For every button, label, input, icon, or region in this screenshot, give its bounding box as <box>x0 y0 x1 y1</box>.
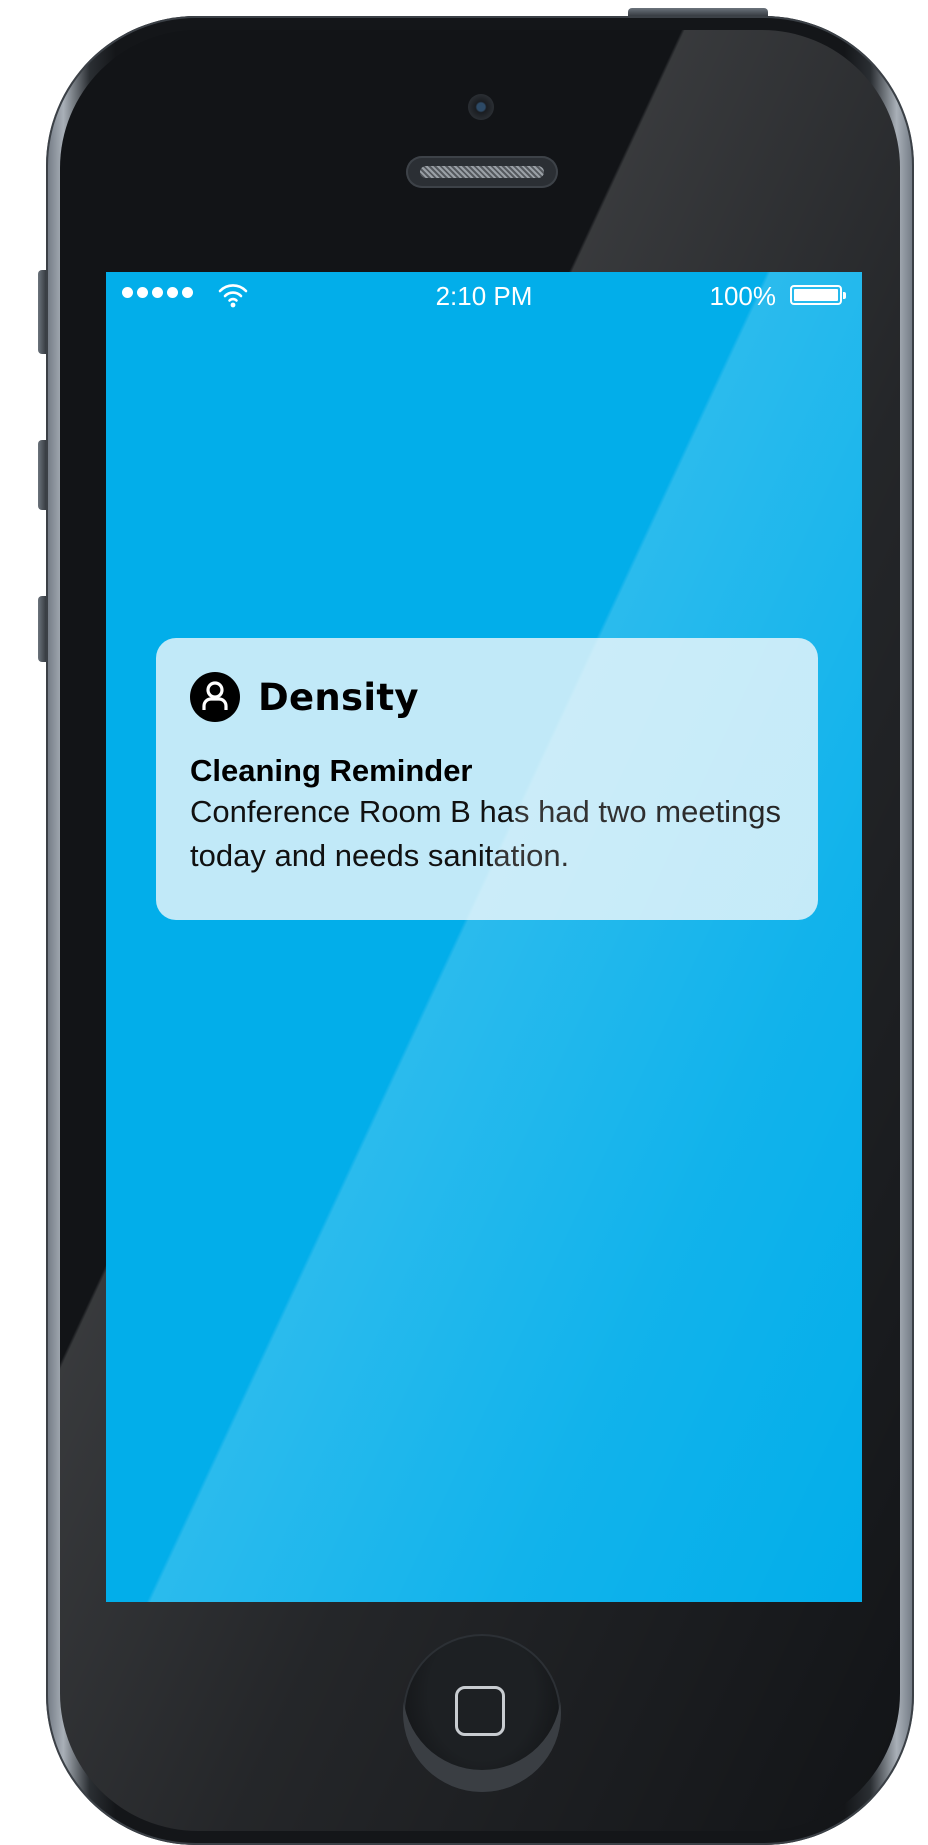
battery-icon <box>790 285 846 305</box>
home-square-icon <box>455 1686 505 1736</box>
home-button[interactable] <box>403 1634 561 1792</box>
stage: 2:10 PM 100% Density Cleaning Reminder C… <box>0 0 928 1845</box>
front-camera <box>468 94 494 120</box>
app-name: Density <box>258 675 419 719</box>
battery-percentage: 100% <box>709 281 777 311</box>
speaker-grill <box>420 166 544 178</box>
notification-header: Density <box>190 672 784 722</box>
battery-level-fill <box>794 289 838 301</box>
notification-body: Conference Room B has had two meetings t… <box>190 794 782 873</box>
user-circle-icon <box>190 672 240 722</box>
status-bar: 2:10 PM 100% <box>106 272 862 320</box>
earpiece-speaker <box>406 156 558 188</box>
phone-screen: 2:10 PM 100% Density Cleaning Reminder C… <box>106 272 862 1602</box>
notification-title: Cleaning Reminder <box>190 753 473 788</box>
push-notification[interactable]: Density Cleaning Reminder Conference Roo… <box>156 638 818 920</box>
screen-glare <box>106 272 862 1602</box>
